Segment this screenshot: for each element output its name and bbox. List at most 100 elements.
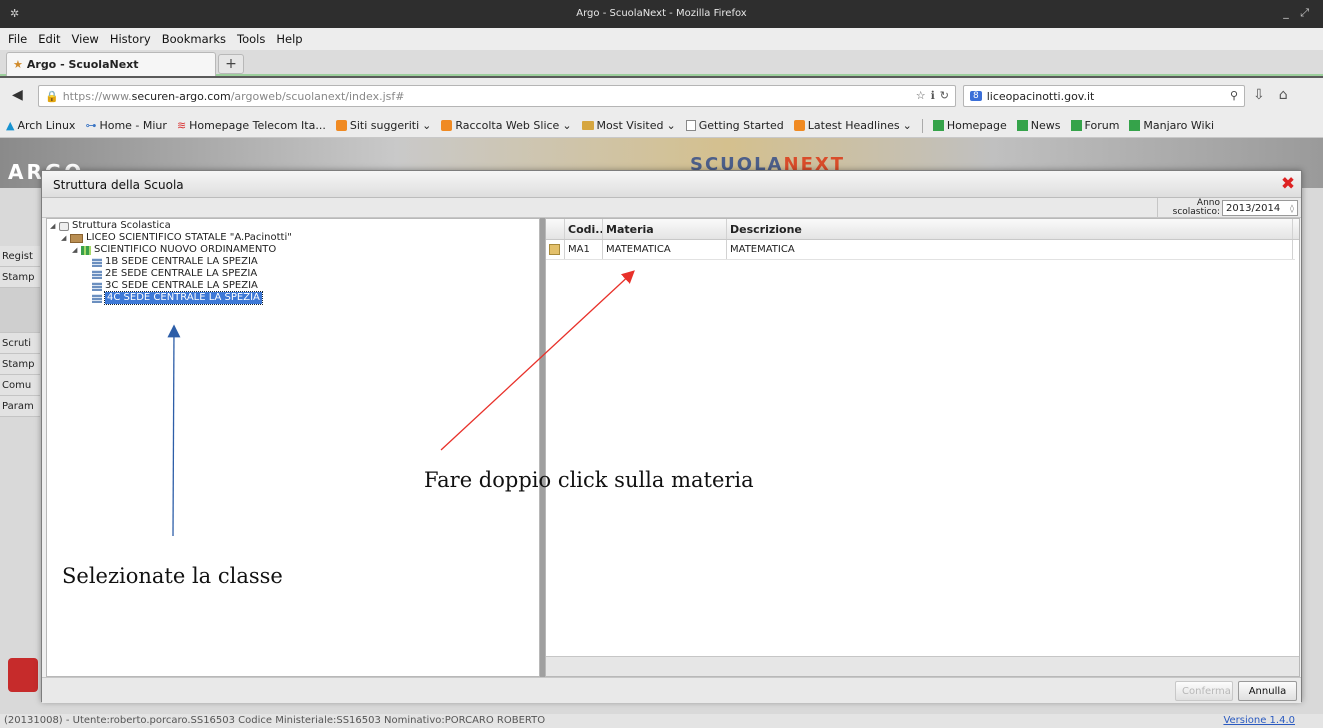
download-icon[interactable]: ⇩ <box>1253 87 1265 103</box>
miur-icon: ⊶ <box>85 119 97 132</box>
grid-header-icon <box>546 219 565 239</box>
tree-node-label: 1B SEDE CENTRALE LA SPEZIA <box>105 256 258 267</box>
telecom-icon: ≋ <box>176 119 187 132</box>
column-header-code[interactable]: Codi... <box>565 219 603 239</box>
tree-node[interactable]: ◢ SCIENTIFICO NUOVO ORDINAMENTO <box>47 244 539 256</box>
bookmark-label: Latest Headlines <box>807 119 900 132</box>
nav-bar: ◀ 🔒 https://www.securen-argo.com/argoweb… <box>0 78 1323 114</box>
bookmark-manjaro-wiki[interactable]: Manjaro Wiki <box>1129 119 1214 132</box>
tree-node[interactable]: 1B SEDE CENTRALE LA SPEZIA <box>47 256 539 268</box>
class-icon <box>92 257 102 267</box>
bookmark-raccolta-web-slice[interactable]: Raccolta Web Slice ⌄ <box>441 119 572 132</box>
bookmark-siti-suggeriti[interactable]: Siti suggeriti ⌄ <box>335 119 431 132</box>
tree-node[interactable]: 2E SEDE CENTRALE LA SPEZIA <box>47 268 539 280</box>
bookmark-latest-headlines[interactable]: Latest Headlines ⌄ <box>793 119 912 132</box>
expanded-triangle-icon[interactable]: ◢ <box>50 220 59 232</box>
bookmark-label: Manjaro Wiki <box>1143 119 1215 132</box>
column-header-materia[interactable]: Materia <box>603 219 727 239</box>
bookmark-forum[interactable]: Forum <box>1070 119 1119 132</box>
bookmark-home-miur[interactable]: ⊶ Home - Miur <box>85 119 167 132</box>
tree-node[interactable]: 4C SEDE CENTRALE LA SPEZIA <box>47 291 539 305</box>
chevron-down-icon: ⌄ <box>562 119 572 132</box>
dialog-toolbar: Anno scolastico: 2013/2014 ◊ <box>42 198 1301 218</box>
rss-icon <box>441 120 453 131</box>
menu-history[interactable]: History <box>110 32 151 46</box>
expanded-triangle-icon[interactable]: ◢ <box>72 244 81 256</box>
menu-file[interactable]: File <box>8 32 27 46</box>
side-menu-item[interactable]: Regist <box>0 246 40 267</box>
window-controls[interactable]: _ ⤢ <box>1283 6 1313 20</box>
printer-icon[interactable] <box>0 288 40 333</box>
grid-header: Codi... Materia Descrizione <box>546 219 1299 240</box>
bookmark-most-visited[interactable]: Most Visited ⌄ <box>581 119 676 132</box>
window-title: Argo - ScuolaNext - Mozilla Firefox <box>576 8 747 19</box>
side-menu-item[interactable]: Param <box>0 396 40 417</box>
row-icon-cell <box>546 240 565 259</box>
url-bar[interactable]: 🔒 https://www.securen-argo.com/argoweb/s… <box>38 85 956 107</box>
bookmark-star-icon[interactable]: ☆ <box>916 89 926 102</box>
bookmark-label: Siti suggeriti <box>349 119 420 132</box>
close-icon[interactable]: ✖ <box>1279 175 1297 193</box>
bookmark-label: Getting Started <box>698 119 784 132</box>
side-menu: Regist Stamp Scruti Stamp Comu Param <box>0 246 40 417</box>
page-icon <box>685 120 696 131</box>
tab-argo[interactable]: ★ Argo - ScuolaNext <box>6 52 216 76</box>
tree-panel: ◢ Struttura Scolastica ◢ LICEO SCIENTIFICO … <box>46 218 540 677</box>
menu-help[interactable]: Help <box>276 32 302 46</box>
materie-grid: Codi... Materia Descrizione MA1 MATEMATI… <box>545 218 1300 677</box>
table-row[interactable]: MA1 MATEMATICA MATEMATICA <box>546 240 1295 260</box>
anno-scolastico-select[interactable]: 2013/2014 ◊ <box>1222 200 1298 216</box>
site-info-icon[interactable]: ℹ <box>931 89 935 102</box>
home-icon[interactable]: ⌂ <box>1279 87 1288 103</box>
search-bar[interactable]: 8 liceopacinotti.gov.it ⚲ <box>963 85 1245 107</box>
grid-footer <box>546 656 1299 676</box>
bookmark-homepage[interactable]: Homepage <box>932 119 1007 132</box>
tree-node[interactable]: 3C SEDE CENTRALE LA SPEZIA <box>47 280 539 292</box>
rss-icon <box>793 120 805 131</box>
menu-tools[interactable]: Tools <box>237 32 265 46</box>
tree-node[interactable]: ◢ Struttura Scolastica <box>47 220 539 232</box>
tree-node-label: LICEO SCIENTIFICO STATALE "A.Pacinotti" <box>86 232 292 243</box>
side-menu-item[interactable]: Stamp <box>0 354 40 375</box>
confirm-button[interactable]: Conferma <box>1175 681 1233 701</box>
tree-node-label: 3C SEDE CENTRALE LA SPEZIA <box>105 280 258 291</box>
menu-edit[interactable]: Edit <box>38 32 60 46</box>
struttura-dialog: Struttura della Scuola ✖ Anno scolastico:… <box>41 170 1302 703</box>
menu-bookmarks[interactable]: Bookmarks <box>162 32 226 46</box>
bookmark-telecom[interactable]: ≋ Homepage Telecom Ita... <box>177 119 326 132</box>
column-header-descrizione[interactable]: Descrizione <box>727 219 1293 239</box>
search-icon[interactable]: ⚲ <box>1230 89 1238 102</box>
status-bar: (20131008) - Utente:roberto.porcaro.SS16… <box>0 714 1323 728</box>
tree-node-label: SCIENTIFICO NUOVO ORDINAMENTO <box>94 244 277 255</box>
annotation-classe: Selezionate la classe <box>62 564 283 588</box>
chevron-down-icon: ⌄ <box>902 119 912 132</box>
class-icon <box>92 281 102 291</box>
bookmark-getting-started[interactable]: Getting Started <box>685 119 784 132</box>
cancel-button[interactable]: Annulla <box>1238 681 1297 701</box>
exit-icon[interactable] <box>8 658 38 692</box>
url-scheme: https://www. <box>62 89 132 103</box>
class-icon <box>92 293 102 303</box>
tree-node[interactable]: ◢ LICEO SCIENTIFICO STATALE "A.Pacinotti" <box>47 232 539 244</box>
menu-view[interactable]: View <box>72 32 99 46</box>
anno-value: 2013/2014 <box>1226 202 1281 214</box>
side-menu-item[interactable]: Stamp <box>0 267 40 288</box>
back-arrow-icon[interactable]: ◀ <box>12 87 23 103</box>
class-icon <box>92 269 102 279</box>
side-menu-item[interactable]: Comu <box>0 375 40 396</box>
version-link[interactable]: Versione 1.4.0 <box>1223 714 1295 728</box>
bookmark-arch-linux[interactable]: ▲ Arch Linux <box>6 119 75 132</box>
search-engine-icon[interactable]: 8 <box>970 91 982 101</box>
new-tab-button[interactable]: + <box>218 54 244 74</box>
spinner-icon[interactable]: ◊ <box>1290 204 1294 213</box>
bookmark-label: Most Visited <box>596 119 664 132</box>
side-menu-item[interactable]: Scruti <box>0 333 40 354</box>
arch-icon: ▲ <box>6 119 15 132</box>
reload-icon[interactable]: ↻ <box>940 89 949 102</box>
rss-icon <box>335 120 347 131</box>
expanded-triangle-icon[interactable]: ◢ <box>61 232 70 244</box>
url-host: securen-argo.com <box>131 89 231 103</box>
bookmark-news[interactable]: News <box>1016 119 1061 132</box>
school-icon <box>70 233 83 243</box>
school-tree: ◢ Struttura Scolastica ◢ LICEO SCIENTIFICO … <box>47 219 539 305</box>
